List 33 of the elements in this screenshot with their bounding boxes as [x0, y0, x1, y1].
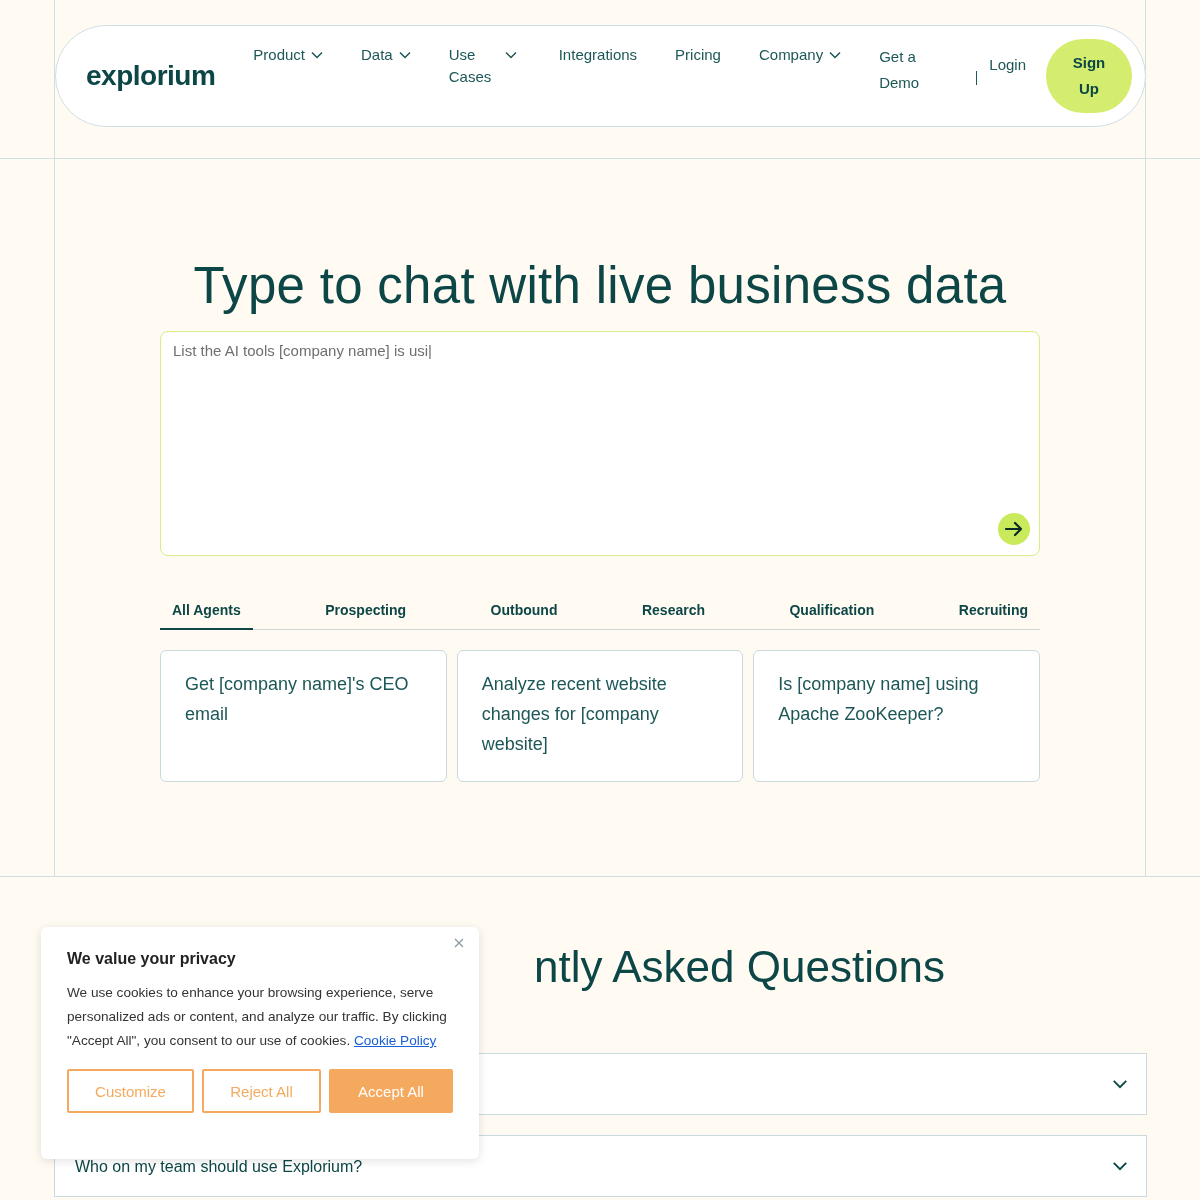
- filter-tab[interactable]: All Agents: [160, 594, 253, 630]
- chat-input-field[interactable]: List the AI tools [company name] is usi|: [160, 331, 1040, 556]
- nav-menu[interactable]: Use Cases: [448, 44, 527, 88]
- suggestion-card[interactable]: Analyze recent website changes for [company website]: [456, 650, 744, 782]
- nav-link[interactable]: Integrations: [558, 44, 638, 66]
- cookie-policy-link[interactable]: Cookie Policy: [353, 1033, 437, 1048]
- nav-menu[interactable]: Company: [758, 44, 842, 66]
- filter-tab[interactable]: Research: [629, 594, 717, 630]
- filter-tab[interactable]: Qualification: [777, 594, 887, 630]
- nav-link[interactable]: Pricing: [675, 44, 721, 66]
- prompt-text: List the AI tools [company name] is usi|: [173, 342, 434, 359]
- nav-menu[interactable]: Data: [361, 44, 411, 66]
- chevron-down-icon: [398, 51, 411, 59]
- suggestion-card[interactable]: Get [company name]'s CEO email: [160, 650, 447, 782]
- sign-up-button[interactable]: Sign Up: [1046, 39, 1132, 113]
- logo[interactable]: explorium: [86, 60, 216, 92]
- cookie-text: We use cookies to enhance your browsing experience, serve personalized ads or content, and analyze our traffic. By clicking "Accept All", you consent to our use of cookies. Cookie Policy: [67, 984, 448, 1050]
- suggestion-card[interactable]: Is [company name] using Apache ZooKeeper?: [753, 650, 1040, 782]
- nav-link[interactable]: Get a Demo: [879, 44, 926, 96]
- cookie-title: We value your privacy: [67, 949, 237, 969]
- filter-tab[interactable]: Outbound: [478, 594, 570, 630]
- chevron-down-icon: [311, 51, 323, 59]
- chevron-down-icon: [504, 51, 517, 59]
- filter-tab[interactable]: Prospecting: [313, 594, 419, 630]
- nav-menu[interactable]: Product: [253, 44, 323, 66]
- chevron-down-icon: [829, 51, 842, 59]
- page-heading: Type to chat with live business data: [192, 256, 1008, 316]
- login-link[interactable]: Login: [989, 55, 1026, 73]
- faq-question: Who on my team should use Explorium?: [75, 1157, 363, 1176]
- filter-tab[interactable]: Recruiting: [946, 594, 1040, 630]
- send-button[interactable]: [998, 513, 1030, 545]
- close-icon[interactable]: [453, 937, 465, 949]
- section-heading: ntly Asked Questions: [534, 941, 946, 993]
